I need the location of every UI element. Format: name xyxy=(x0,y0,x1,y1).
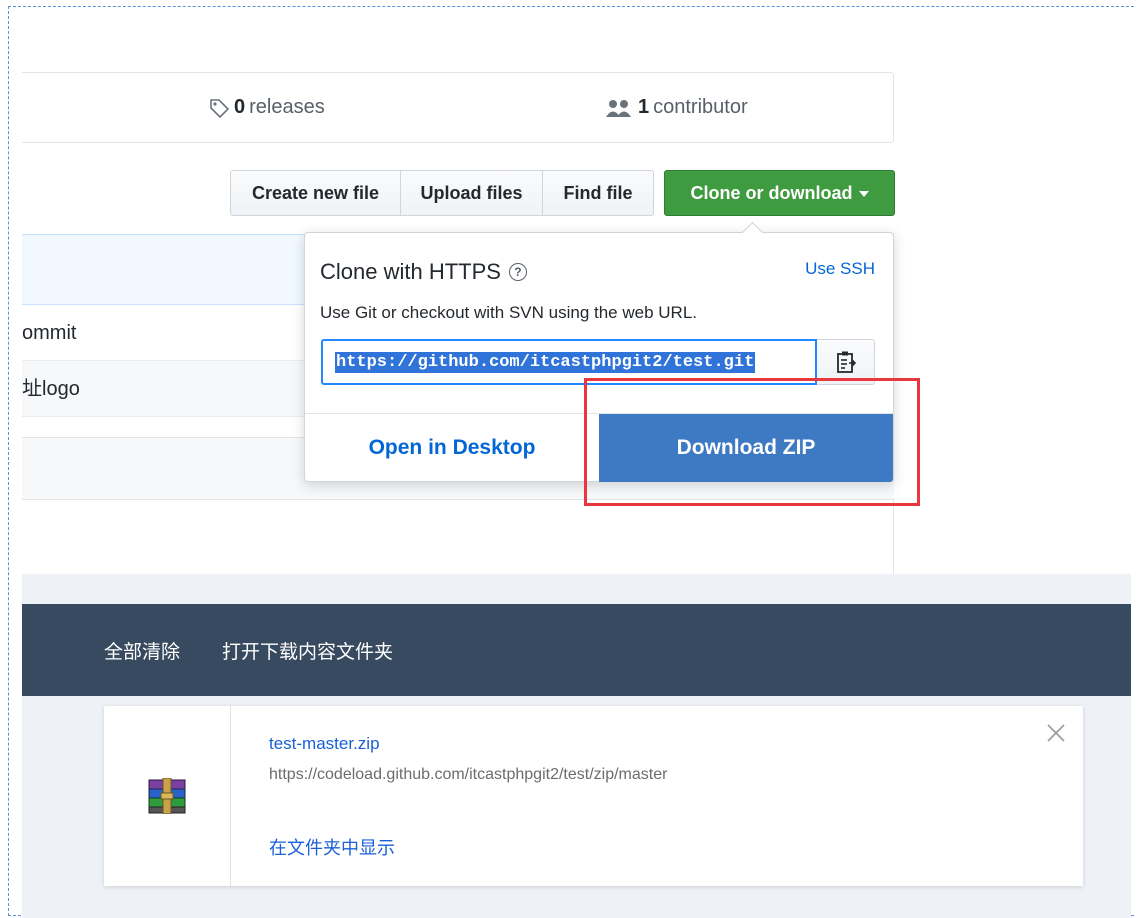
upload-files-button[interactable]: Upload files xyxy=(401,170,543,216)
caret-down-icon xyxy=(858,191,869,197)
clone-url-text: https://github.com/itcastphpgit2/test.gi… xyxy=(335,351,756,373)
contributors-stat[interactable]: 1 contributor xyxy=(604,96,748,119)
file-row-text: 址logo xyxy=(22,378,80,400)
open-downloads-folder-button[interactable]: 打开下载内容文件夹 xyxy=(222,637,393,664)
releases-stat[interactable]: 0 releases xyxy=(208,96,325,119)
repo-stats-bar: 0 releases 1 contributor xyxy=(22,72,894,143)
clone-description: Use Git or checkout with SVN using the w… xyxy=(320,303,697,322)
download-item-card: test-master.zip https://codeload.github.… xyxy=(104,706,1083,886)
clone-title-text: Clone with HTTPS xyxy=(320,259,501,284)
clone-title: Clone with HTTPS ? xyxy=(320,259,527,285)
clone-or-download-label: Clone or download xyxy=(690,182,853,203)
open-in-desktop-button[interactable]: Open in Desktop xyxy=(305,414,599,482)
downloads-toolbar: 全部清除 打开下载内容文件夹 xyxy=(22,604,1131,696)
download-item-icon-area xyxy=(104,706,231,886)
clipboard-icon xyxy=(836,351,856,373)
help-icon[interactable]: ? xyxy=(508,263,527,281)
releases-label: releases xyxy=(249,96,325,118)
contributors-count: 1 xyxy=(638,96,650,118)
download-source-url: https://codeload.github.com/itcastphpgit… xyxy=(269,766,668,783)
file-row-text: ommit xyxy=(22,322,77,344)
annotation-highlight-box xyxy=(584,378,920,506)
close-icon[interactable] xyxy=(1045,722,1067,744)
contributors-label: contributor xyxy=(653,96,748,118)
releases-count: 0 xyxy=(234,96,246,118)
clear-all-button[interactable]: 全部清除 xyxy=(104,637,180,664)
show-in-folder-link[interactable]: 在文件夹中显示 xyxy=(269,834,395,860)
people-icon xyxy=(606,99,631,117)
download-filename-link[interactable]: test-master.zip xyxy=(269,734,380,754)
file-actions-group: Create new file Upload files Find file xyxy=(230,170,654,216)
create-new-file-button[interactable]: Create new file xyxy=(230,170,401,216)
clone-or-download-button[interactable]: Clone or download xyxy=(664,170,895,216)
winrar-archive-icon xyxy=(148,778,186,814)
use-ssh-link[interactable]: Use SSH xyxy=(805,259,875,279)
find-file-button[interactable]: Find file xyxy=(543,170,654,216)
tag-icon xyxy=(210,98,230,118)
